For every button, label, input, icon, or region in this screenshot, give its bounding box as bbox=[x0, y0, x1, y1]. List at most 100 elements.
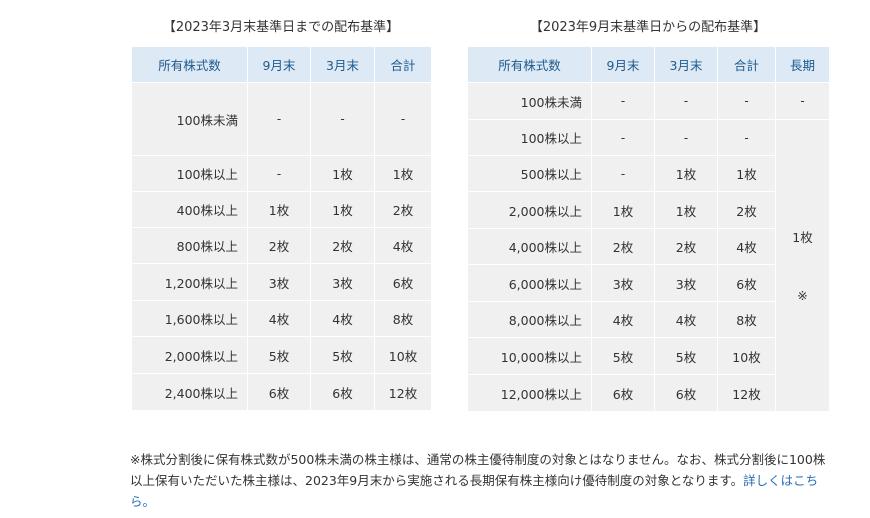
long-term-cell: - bbox=[775, 82, 830, 120]
september-cell: - bbox=[591, 119, 655, 156]
shares-cell: 100株未満 bbox=[131, 82, 248, 156]
shares-cell: 8,000株以上 bbox=[467, 301, 592, 338]
page: 【2023年3月末基準日までの配布基準】 所有株式数 9月末 3月末 合計 10… bbox=[0, 0, 870, 518]
march-cell: - bbox=[654, 119, 718, 156]
right-table-header-row: 所有株式数 9月末 3月末 合計 長期 bbox=[467, 46, 830, 83]
march-cell: 1枚 bbox=[310, 191, 375, 228]
table-row: 100株以上 - 1枚 1枚 bbox=[131, 155, 432, 192]
september-cell: 2枚 bbox=[591, 228, 655, 265]
footnote: ※株式分割後に保有株式数が500株未満の株主様は、通常の株主優待制度の対象とはな… bbox=[130, 449, 830, 512]
shares-cell: 6,000株以上 bbox=[467, 264, 592, 302]
header-march: 3月末 bbox=[654, 46, 718, 83]
total-cell: - bbox=[717, 119, 776, 156]
september-cell: 6枚 bbox=[591, 374, 655, 412]
september-cell: - bbox=[247, 82, 311, 156]
march-cell: 5枚 bbox=[654, 337, 718, 375]
table-row: 4,000株以上 2枚 2枚 4枚 bbox=[467, 228, 830, 265]
table-row: 2,000株以上 1枚 1枚 2枚 bbox=[467, 191, 830, 229]
shares-cell: 1,600株以上 bbox=[131, 300, 248, 337]
table-row: 100株以上 - - - 1枚 ※ bbox=[467, 119, 830, 412]
september-cell: 6枚 bbox=[247, 373, 311, 411]
table-row: 6,000株以上 3枚 3枚 6枚 bbox=[467, 264, 830, 302]
shares-cell: 500株以上 bbox=[467, 155, 592, 192]
shares-cell: 400株以上 bbox=[131, 191, 248, 228]
shares-cell: 100株以上 bbox=[467, 119, 592, 156]
total-cell: 4枚 bbox=[374, 227, 432, 264]
table-row: 2,400株以上 6枚 6枚 12枚 bbox=[131, 373, 432, 411]
march-cell: 1枚 bbox=[310, 155, 375, 192]
left-table-title: 【2023年3月末基準日までの配布基準】 bbox=[162, 20, 400, 35]
september-cell: - bbox=[591, 82, 655, 120]
table-row: 100株未満 - - - bbox=[131, 82, 432, 156]
march-cell: 4枚 bbox=[654, 301, 718, 338]
march-cell: 2枚 bbox=[310, 227, 375, 264]
shares-cell: 100株以上 bbox=[131, 155, 248, 192]
march-cell: 5枚 bbox=[310, 336, 375, 374]
total-cell: - bbox=[374, 82, 432, 156]
total-cell: 12枚 bbox=[717, 374, 776, 412]
shares-cell: 10,000株以上 bbox=[467, 337, 592, 375]
september-cell: 3枚 bbox=[247, 263, 311, 301]
september-cell: 1枚 bbox=[247, 191, 311, 228]
shares-cell: 2,000株以上 bbox=[467, 191, 592, 229]
total-cell: 1枚 bbox=[717, 155, 776, 192]
shares-cell: 100株未満 bbox=[467, 82, 592, 120]
shares-cell: 800株以上 bbox=[131, 227, 248, 264]
table-row: 800株以上 2枚 2枚 4枚 bbox=[131, 227, 432, 264]
total-cell: 6枚 bbox=[374, 263, 432, 301]
march-cell: 3枚 bbox=[310, 263, 375, 301]
september-cell: 5枚 bbox=[591, 337, 655, 375]
total-cell: 8枚 bbox=[374, 300, 432, 337]
shares-cell: 2,400株以上 bbox=[131, 373, 248, 411]
shares-cell: 2,000株以上 bbox=[131, 336, 248, 374]
total-cell: 1枚 bbox=[374, 155, 432, 192]
total-cell: 2枚 bbox=[717, 191, 776, 229]
march-cell: - bbox=[310, 82, 375, 156]
march-cell: 4枚 bbox=[310, 300, 375, 337]
march-cell: 3枚 bbox=[654, 264, 718, 302]
header-shares: 所有株式数 bbox=[467, 46, 592, 83]
total-cell: 6枚 bbox=[717, 264, 776, 302]
total-cell: 4枚 bbox=[717, 228, 776, 265]
table-row: 12,000株以上 6枚 6枚 12枚 bbox=[467, 374, 830, 412]
header-long-term: 長期 bbox=[775, 46, 830, 83]
total-cell: 10枚 bbox=[717, 337, 776, 375]
september-cell: - bbox=[247, 155, 311, 192]
long-term-note-mark: ※ bbox=[797, 288, 808, 303]
table-row: 8,000株以上 4枚 4枚 8枚 bbox=[467, 301, 830, 338]
shares-cell: 12,000株以上 bbox=[467, 374, 592, 412]
shares-cell: 4,000株以上 bbox=[467, 228, 592, 265]
header-september: 9月末 bbox=[591, 46, 655, 83]
total-cell: 2枚 bbox=[374, 191, 432, 228]
footnote-text: ※株式分割後に保有株式数が500株未満の株主様は、通常の株主優待制度の対象とはな… bbox=[130, 452, 826, 488]
left-table: 所有株式数 9月末 3月末 合計 100株未満 - - - 100株以上 - 1… bbox=[131, 46, 432, 411]
march-cell: 1枚 bbox=[654, 191, 718, 229]
september-cell: 2枚 bbox=[247, 227, 311, 264]
total-cell: 10枚 bbox=[374, 336, 432, 374]
total-cell: 12枚 bbox=[374, 373, 432, 411]
march-cell: - bbox=[654, 82, 718, 120]
september-cell: 3枚 bbox=[591, 264, 655, 302]
header-total: 合計 bbox=[717, 46, 776, 83]
shares-cell: 1,200株以上 bbox=[131, 263, 248, 301]
september-cell: 4枚 bbox=[591, 301, 655, 338]
header-march: 3月末 bbox=[310, 46, 375, 83]
march-cell: 2枚 bbox=[654, 228, 718, 265]
right-table-title: 【2023年9月末基準日からの配布基準】 bbox=[529, 20, 767, 35]
left-table-header-row: 所有株式数 9月末 3月末 合計 bbox=[131, 46, 432, 83]
right-table: 所有株式数 9月末 3月末 合計 長期 100株未満 - - - - 100株以… bbox=[467, 46, 830, 412]
march-cell: 1枚 bbox=[654, 155, 718, 192]
september-cell: - bbox=[591, 155, 655, 192]
table-row: 1,600株以上 4枚 4枚 8枚 bbox=[131, 300, 432, 337]
table-row: 1,200株以上 3枚 3枚 6枚 bbox=[131, 263, 432, 301]
table-row: 400株以上 1枚 1枚 2枚 bbox=[131, 191, 432, 228]
table-row: 100株未満 - - - - bbox=[467, 82, 830, 120]
september-cell: 4枚 bbox=[247, 300, 311, 337]
header-total: 合計 bbox=[374, 46, 432, 83]
header-shares: 所有株式数 bbox=[131, 46, 248, 83]
march-cell: 6枚 bbox=[654, 374, 718, 412]
table-row: 500株以上 - 1枚 1枚 bbox=[467, 155, 830, 192]
total-cell: 8枚 bbox=[717, 301, 776, 338]
header-september: 9月末 bbox=[247, 46, 311, 83]
long-term-merged-cell: 1枚 ※ bbox=[775, 119, 830, 412]
